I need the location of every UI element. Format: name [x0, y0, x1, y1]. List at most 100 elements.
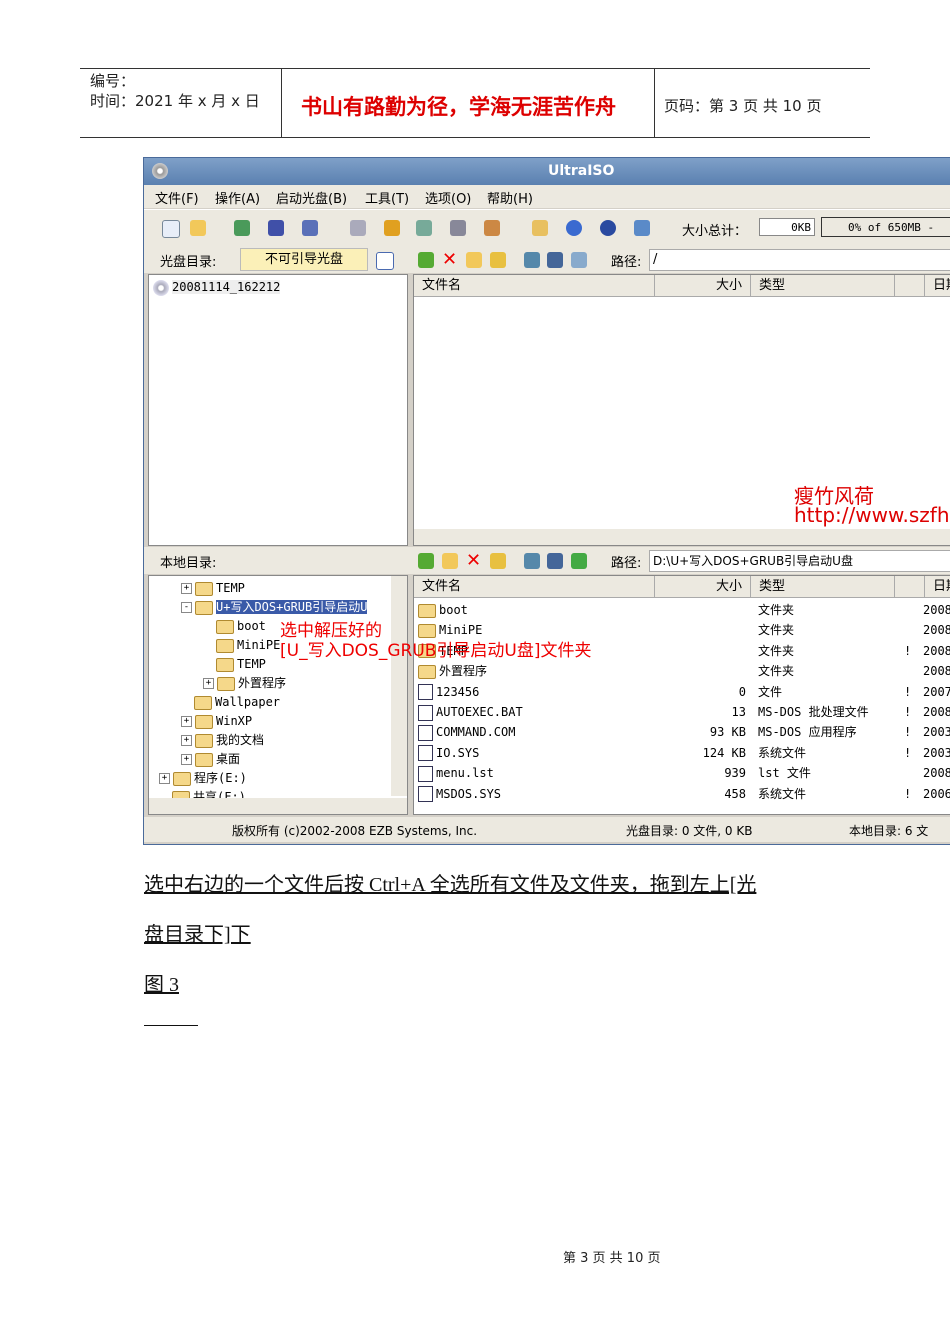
cd-dir-bar: 光盘目录: 不可引导光盘 ✕ 路径: /: [144, 246, 950, 273]
new-icon[interactable]: [162, 220, 180, 238]
tree-item[interactable]: + WinXP: [181, 711, 252, 731]
delete-icon[interactable]: ✕: [442, 251, 458, 269]
local-up-icon[interactable]: [418, 553, 434, 569]
window-title: UltraISO: [548, 163, 615, 179]
tree-item[interactable]: + 桌面: [181, 749, 240, 769]
path-label: 路径:: [611, 255, 642, 270]
tree-item[interactable]: boot: [203, 616, 266, 636]
file-date: 2007: [923, 684, 950, 699]
file-row[interactable]: menu.lst 939 lst 文件 2008: [418, 763, 950, 783]
file-flag: !: [904, 705, 912, 719]
properties-icon[interactable]: [532, 220, 548, 236]
folder-icon: [418, 603, 436, 618]
local-settings-icon[interactable]: [547, 553, 563, 569]
info-icon[interactable]: [566, 220, 582, 236]
save-as-icon[interactable]: [302, 220, 318, 236]
folder-icon: [195, 714, 213, 729]
expander-icon[interactable]: +: [181, 754, 192, 765]
title-bar: UltraISO: [144, 158, 950, 185]
local-rename-icon[interactable]: [490, 553, 506, 569]
file-type: 文件夹: [758, 643, 795, 658]
menu-action[interactable]: 操作(A): [215, 188, 260, 207]
rename-icon[interactable]: [490, 252, 506, 268]
toolbar: 大小总计： 0KB 0% of 650MB -: [144, 209, 950, 246]
col-date[interactable]: 日期: [925, 275, 950, 297]
make-cd-icon[interactable]: [416, 220, 432, 236]
extract-icon[interactable]: [234, 220, 250, 236]
status-local: 本地目录: 6 文: [849, 824, 929, 838]
v-scrollbar[interactable]: [391, 576, 407, 796]
file-row[interactable]: 外置程序 文件夹 2008: [418, 661, 950, 681]
tree-item[interactable]: Wallpaper: [181, 692, 280, 712]
file-row[interactable]: 123456 0 文件! 2007: [418, 682, 950, 702]
tree-item-label: 程序(E:): [194, 771, 247, 785]
file-row[interactable]: COMMAND.COM 93 KB MS-DOS 应用程序! 2003: [418, 722, 950, 742]
col-size[interactable]: 大小: [655, 576, 751, 598]
tree-item-label: TEMP: [237, 657, 266, 671]
col-type[interactable]: 类型: [751, 576, 895, 598]
tree-item[interactable]: MiniPE: [203, 635, 280, 655]
expander-icon[interactable]: +: [203, 678, 214, 689]
exit-icon[interactable]: [634, 220, 650, 236]
expander-icon[interactable]: +: [181, 583, 192, 594]
tree-item[interactable]: + 我的文档: [181, 730, 264, 750]
file-date: 2008: [923, 766, 950, 781]
document-page: 编号： 时间：2021 年 x 月 x 日 书山有路勤为径，学海无涯苦作舟 页码：…: [0, 0, 950, 1344]
local-path-input[interactable]: D:\U+写入DOS+GRUB引导启动U盘: [649, 550, 950, 572]
file-row[interactable]: MSDOS.SYS 458 系统文件! 2006: [418, 784, 950, 804]
cd-path-input[interactable]: /: [649, 249, 950, 271]
file-size: 458: [724, 786, 746, 801]
file-row[interactable]: AUTOEXEC.BAT 13 MS-DOS 批处理文件! 2008: [418, 702, 950, 722]
cd-root[interactable]: 20081114_162212: [172, 280, 281, 294]
tree-item[interactable]: TEMP: [203, 654, 266, 674]
burn-icon[interactable]: [350, 220, 366, 236]
h-scrollbar[interactable]: [149, 798, 407, 814]
folder-icon: [418, 664, 436, 679]
tree-item[interactable]: + TEMP: [181, 578, 245, 598]
file-icon: [418, 745, 433, 762]
col-name[interactable]: 文件名: [414, 576, 655, 598]
file-row[interactable]: boot 文件夹 2008: [418, 600, 950, 620]
new-folder-icon[interactable]: [466, 252, 482, 268]
col-name[interactable]: 文件名: [414, 275, 655, 297]
local-new-folder-icon[interactable]: [442, 553, 458, 569]
menu-options[interactable]: 选项(O): [425, 188, 471, 207]
file-type: 文件夹: [758, 603, 795, 617]
menu-tools[interactable]: 工具(T): [365, 188, 409, 207]
menu-file[interactable]: 文件(F): [155, 188, 199, 207]
col-date[interactable]: 日期: [925, 576, 950, 598]
expander-icon[interactable]: +: [159, 773, 170, 784]
add-icon[interactable]: [524, 252, 540, 268]
tree-item[interactable]: + 外置程序: [203, 673, 286, 693]
menu-bar: 文件(F) 操作(A) 启动光盘(B) 工具(T) 选项(O) 帮助(H): [144, 185, 950, 208]
expander-icon[interactable]: -: [181, 602, 192, 613]
local-refresh-icon[interactable]: [571, 553, 587, 569]
menu-boot[interactable]: 启动光盘(B): [276, 188, 347, 207]
virtual-drive-icon[interactable]: [484, 220, 500, 236]
boot-file-icon[interactable]: [376, 252, 394, 270]
col-type[interactable]: 类型: [751, 275, 895, 297]
file-flag: !: [904, 684, 912, 699]
mount-icon[interactable]: [384, 220, 400, 236]
col-size[interactable]: 大小: [655, 275, 751, 297]
expander-icon[interactable]: +: [181, 716, 192, 727]
expander-icon[interactable]: +: [181, 735, 192, 746]
boot-status[interactable]: 不可引导光盘: [240, 248, 368, 271]
status-cd: 光盘目录: 0 文件, 0 KB: [626, 824, 753, 838]
local-delete-icon[interactable]: ✕: [466, 552, 482, 570]
tree-item[interactable]: - U+写入DOS+GRUB引导启动U: [181, 597, 368, 617]
settings-icon[interactable]: [547, 252, 563, 268]
local-add-icon[interactable]: [524, 553, 540, 569]
tree-item[interactable]: + 程序(E:): [159, 768, 247, 788]
save-icon[interactable]: [268, 220, 284, 236]
compress-icon[interactable]: [450, 220, 466, 236]
open-icon[interactable]: [190, 220, 206, 236]
file-name: 123456: [436, 684, 480, 699]
file-row[interactable]: IO.SYS 124 KB 系统文件! 2003: [418, 743, 950, 763]
help-icon[interactable]: [600, 220, 616, 236]
up-icon[interactable]: [418, 252, 434, 268]
menu-help[interactable]: 帮助(H): [487, 188, 533, 207]
h-scrollbar[interactable]: [414, 529, 950, 545]
refresh-icon[interactable]: [571, 252, 587, 268]
file-name: menu.lst: [436, 766, 494, 781]
